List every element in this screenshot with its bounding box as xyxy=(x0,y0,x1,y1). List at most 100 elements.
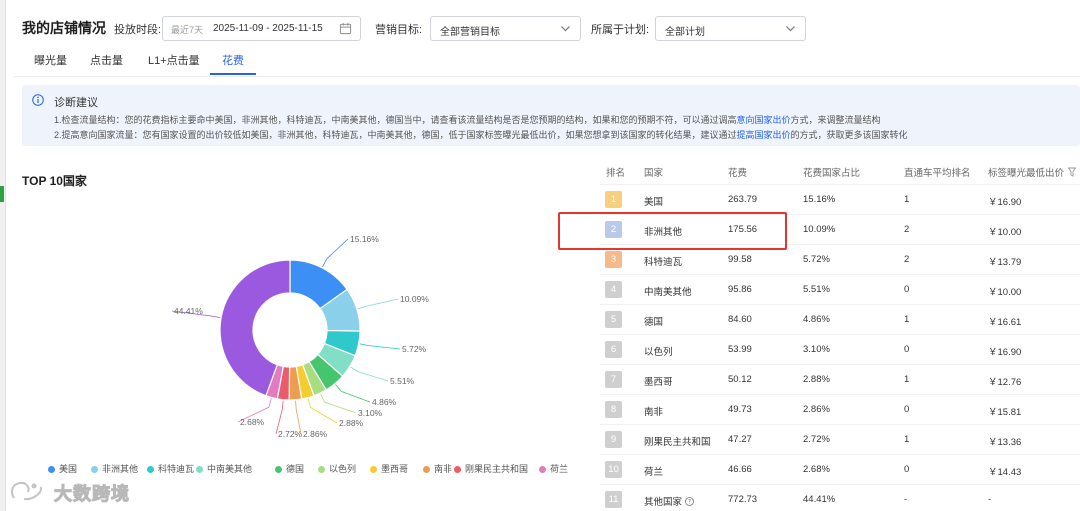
legend-label: 墨西哥 xyxy=(381,464,409,474)
page-root: 我的店铺情况 投放时段: 最近7天 2025-11-09 - 2025-11-1… xyxy=(0,0,1080,511)
avg-rank-value: 0 xyxy=(904,464,910,475)
slice-label: 4.86% xyxy=(372,397,397,407)
date-range-value[interactable]: 2025-11-09 - 2025-11-15 xyxy=(213,23,323,34)
table-row: 8 南非 49.73 2.86% 0 ￥15.81 xyxy=(600,394,1080,424)
col-avg-rank: 直通车平均排名 xyxy=(904,168,971,179)
avg-rank-value: 2 xyxy=(904,254,910,265)
date-preset[interactable]: 最近7天 xyxy=(171,23,203,36)
min-bid-value: ￥16.90 xyxy=(988,197,1022,208)
spend-share-value: 2.86% xyxy=(803,404,830,415)
avg-rank-value: 0 xyxy=(904,404,910,415)
date-range-picker[interactable]: 最近7天 2025-11-09 - 2025-11-15 xyxy=(162,16,361,41)
col-min-bid: 标签曝光最低出价 xyxy=(988,165,1077,179)
target-select[interactable]: 全部营销目标 xyxy=(430,16,581,41)
spend-share-value: 4.86% xyxy=(803,314,830,325)
legend-item[interactable]: 德国 xyxy=(275,462,304,475)
plan-select[interactable]: 全部计划 xyxy=(655,16,806,41)
diagnosis-line-1-text: 1.检查流量结构：您的花费指标主要命中美国，非洲其他，科特迪瓦，中南美其他，德国… xyxy=(54,115,737,125)
spend-value: 49.73 xyxy=(728,404,752,415)
slice-leader-line xyxy=(357,298,399,310)
legend-label: 以色列 xyxy=(329,464,357,474)
legend-item[interactable]: 中南美其他 xyxy=(196,462,252,475)
legend-item[interactable]: 美国 xyxy=(48,462,77,475)
target-label: 营销目标: xyxy=(375,24,423,36)
donut-chart: 15.16% 10.09% 5.72% 5.51% 4.86%3.10%2.88% 2.8… xyxy=(171,234,429,439)
legend-label: 中南美其他 xyxy=(207,464,253,474)
legend-item[interactable]: 科特迪瓦 xyxy=(147,462,194,475)
min-bid-value: ￥10.00 xyxy=(988,227,1022,238)
legend-marker xyxy=(423,466,430,473)
country-name-text: 南非 xyxy=(644,407,664,418)
plan-label: 所属于计划: xyxy=(591,24,650,36)
diagnosis-line-1: 1.检查流量结构：您的花费指标主要命中美国，非洲其他，科特迪瓦，中南美其他，德国… xyxy=(54,113,881,126)
table-row: 11 其他国家? 772.73 44.41% - - xyxy=(600,484,1080,511)
target-select-value: 全部营销目标 xyxy=(440,27,500,38)
country-name-text: 科特迪瓦 xyxy=(644,257,683,268)
rank-badge: 7 xyxy=(605,371,622,388)
col-spend: 花费 xyxy=(728,168,748,179)
min-bid-value: ￥14.43 xyxy=(988,467,1022,478)
left-edge-panel xyxy=(0,0,6,511)
watermark: 大数跨境 xyxy=(8,478,130,505)
legend-marker xyxy=(275,466,282,473)
legend-item[interactable]: 刚果民主共和国 xyxy=(454,462,528,475)
min-bid-value: - xyxy=(988,494,992,505)
calendar-icon[interactable] xyxy=(339,22,352,35)
legend-label: 南非 xyxy=(434,464,453,474)
country-name: 其他国家? xyxy=(644,494,694,508)
spend-value: 53.99 xyxy=(728,344,752,355)
legend-marker xyxy=(196,466,203,473)
slice-leader-line xyxy=(350,366,389,382)
tab-clicks[interactable]: 点击量 xyxy=(90,52,123,68)
slice-leader-line xyxy=(320,393,357,414)
legend-marker xyxy=(147,466,154,473)
tab-spend[interactable]: 花费 xyxy=(222,52,244,68)
table-row: 4 中南美其他 95.86 5.51% 0 ￥10.00 xyxy=(600,274,1080,304)
legend-marker xyxy=(454,466,461,473)
avg-rank-value: 2 xyxy=(904,224,910,235)
slice-label: 3.10% xyxy=(358,408,383,418)
legend-item[interactable]: 荷兰 xyxy=(539,462,568,475)
legend-item[interactable]: 南非 xyxy=(423,462,452,475)
col-rank: 排名 xyxy=(606,168,626,179)
spend-share-value: 10.09% xyxy=(803,224,836,235)
watermark-logo-icon xyxy=(11,481,43,501)
country-name: 荷兰 xyxy=(644,464,663,478)
raise-country-bid-link[interactable]: 提高国家出价 xyxy=(737,130,791,140)
legend-item[interactable]: 非洲其他 xyxy=(91,462,138,475)
spend-share-value: 5.51% xyxy=(803,284,830,295)
intent-country-bid-link[interactable]: 意向国家出价 xyxy=(737,115,791,125)
filter-icon[interactable] xyxy=(1068,167,1077,177)
slice-label: 44.41% xyxy=(174,306,203,316)
country-name: 刚果民主共和国 xyxy=(644,434,711,448)
country-name-text: 其他国家 xyxy=(644,497,683,508)
rank-badge: 3 xyxy=(605,251,622,268)
tab-l1-clicks[interactable]: L1+点击量 xyxy=(148,52,200,68)
col-spend-share: 花费国家占比 xyxy=(803,168,861,179)
table-row: 6 以色列 53.99 3.10% 0 ￥16.90 xyxy=(600,334,1080,364)
watermark-text: 大数跨境 xyxy=(54,484,130,505)
col-country: 国家 xyxy=(644,168,664,179)
help-icon[interactable]: ? xyxy=(685,497,694,506)
country-name: 德国 xyxy=(644,314,663,328)
plan-select-value: 全部计划 xyxy=(665,27,705,38)
country-name: 以色列 xyxy=(644,344,673,358)
legend-item[interactable]: 以色列 xyxy=(318,462,356,475)
table-row: 1 美国 263.79 15.16% 1 ￥16.90 xyxy=(600,184,1080,214)
rank-badge: 4 xyxy=(605,281,622,298)
rank-badge: 5 xyxy=(605,311,622,328)
rank-badge: 8 xyxy=(605,401,622,418)
col-min-bid-label: 标签曝光最低出价 xyxy=(988,168,1065,179)
avg-rank-value: - xyxy=(904,494,908,505)
country-name-text: 中南美其他 xyxy=(644,287,692,298)
tab-impressions[interactable]: 曝光量 xyxy=(34,52,67,68)
rank-badge: 6 xyxy=(605,341,622,358)
spend-share-value: 2.88% xyxy=(803,374,830,385)
country-name-text: 墨西哥 xyxy=(644,377,673,388)
slice-label: 15.16% xyxy=(350,234,379,244)
slice-label: 10.09% xyxy=(400,294,429,304)
slice-label: 2.72% xyxy=(278,429,303,439)
legend-marker xyxy=(91,466,98,473)
legend-item[interactable]: 墨西哥 xyxy=(370,462,408,475)
spend-share-value: 5.72% xyxy=(803,254,830,265)
